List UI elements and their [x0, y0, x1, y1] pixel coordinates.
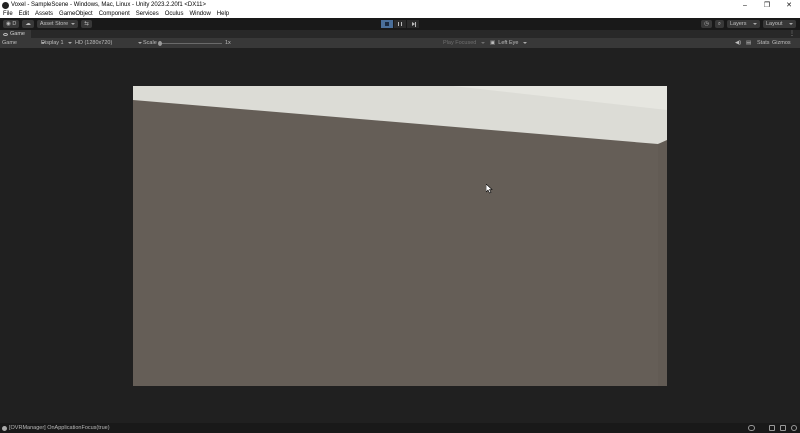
layout-label: Layout	[766, 21, 783, 27]
menu-edit[interactable]: Edit	[19, 11, 29, 17]
menu-bar: File Edit Assets GameObject Component Se…	[0, 10, 800, 18]
main-toolbar: ◉ D ☁ Asset Store ⇆ ◷ ⌕ Layers Layout	[0, 18, 800, 30]
cloud-button[interactable]: ☁	[22, 20, 34, 28]
menu-services[interactable]: Services	[136, 11, 159, 17]
title-bar: Voxel - SampleScene - Windows, Mac, Linu…	[0, 0, 800, 10]
menu-file[interactable]: File	[3, 11, 13, 17]
resolution-label: HD (1280x720)	[75, 40, 113, 46]
menu-component[interactable]: Component	[99, 11, 130, 17]
minimize-button[interactable]: –	[734, 0, 756, 10]
chevron-down-icon	[137, 41, 142, 44]
scale-slider-track[interactable]	[160, 42, 222, 44]
menu-help[interactable]: Help	[217, 11, 229, 17]
view-mode-dropdown[interactable]: Game	[2, 40, 45, 46]
pause-button[interactable]	[394, 20, 406, 28]
stats-icon[interactable]: ▤	[746, 40, 751, 46]
settings-icon[interactable]	[780, 425, 786, 431]
mute-audio-icon[interactable]: ◀)	[735, 40, 741, 46]
vr-status-icon[interactable]	[748, 425, 755, 431]
menu-gameobject[interactable]: GameObject	[59, 11, 93, 17]
play-button[interactable]	[381, 20, 393, 28]
asset-store-label: Asset Store	[39, 21, 69, 27]
window-title: Voxel - SampleScene - Windows, Mac, Linu…	[11, 2, 206, 8]
chevron-down-icon	[71, 23, 76, 25]
resolution-dropdown[interactable]: HD (1280x720)	[75, 40, 142, 46]
scene-render-svg	[133, 86, 667, 386]
game-view-controls: Game Display 1 HD (1280x720) Scale 1x Pl…	[0, 38, 800, 48]
chevron-down-icon	[753, 23, 757, 25]
progress-icon[interactable]	[791, 425, 797, 431]
chevron-down-icon	[480, 41, 485, 44]
account-button[interactable]: ◉ D	[3, 20, 20, 28]
menu-window[interactable]: Window	[189, 11, 210, 17]
play-focus-dropdown[interactable]: Play Focused	[443, 40, 485, 46]
vr-eye-dropdown[interactable]: ▣ Left Eye	[490, 40, 527, 46]
pause-icon	[398, 22, 402, 26]
search-button[interactable]: ⌕	[714, 20, 724, 28]
game-eye-icon	[3, 32, 8, 36]
status-bar-right	[743, 425, 797, 431]
more-options-icon[interactable]: ⋮	[789, 30, 795, 37]
history-icon: ◷	[704, 21, 709, 27]
maximize-button[interactable]: ❐	[756, 0, 778, 10]
chevron-down-icon	[522, 41, 527, 44]
search-icon: ⌕	[717, 20, 721, 27]
menu-oculus[interactable]: Oculus	[165, 11, 184, 17]
tab-game[interactable]: Game	[0, 30, 31, 38]
mouse-cursor-icon	[486, 184, 493, 194]
gizmos-button[interactable]: Gizmos	[772, 40, 791, 46]
console-message[interactable]: [OVRManager] OnApplicationFocus(true)	[9, 425, 110, 431]
layers-label: Layers	[730, 21, 747, 27]
cloud-icon: ☁	[25, 21, 31, 27]
version-control-icon: ⇆	[84, 21, 89, 27]
unity-logo-icon	[2, 1, 9, 9]
close-button[interactable]: ✕	[778, 0, 800, 10]
display-dropdown[interactable]: Display 1	[41, 40, 73, 46]
status-bar: [OVRManager] OnApplicationFocus(true)	[0, 423, 800, 433]
chevron-down-icon	[68, 41, 73, 44]
menu-assets[interactable]: Assets	[35, 11, 53, 17]
tab-game-label: Game	[10, 31, 25, 37]
step-button[interactable]	[407, 20, 419, 28]
scale-value: 1x	[225, 40, 231, 46]
eye-label: Left Eye	[498, 40, 519, 46]
scale-slider-handle[interactable]	[158, 40, 162, 46]
stop-icon	[385, 22, 389, 26]
display-label: Display 1	[41, 40, 64, 46]
info-icon	[2, 425, 7, 431]
account-label: D	[12, 21, 17, 27]
step-icon	[411, 21, 416, 27]
game-render[interactable]	[133, 86, 667, 386]
game-tab-header: Game ⋮	[0, 30, 800, 38]
layout-dropdown[interactable]: Layout	[763, 20, 796, 28]
package-icon[interactable]	[769, 425, 775, 431]
stats-button[interactable]: Stats	[757, 40, 770, 46]
toolbar-right: ◷ ⌕ Layers Layout	[698, 20, 796, 28]
history-button[interactable]: ◷	[701, 20, 712, 28]
chevron-down-icon	[789, 23, 793, 25]
play-controls	[381, 20, 420, 28]
scale-label: Scale	[143, 40, 157, 46]
version-control-button[interactable]: ⇆	[81, 20, 92, 28]
layers-dropdown[interactable]: Layers	[727, 20, 760, 28]
scene-wall-edge	[658, 140, 667, 386]
view-mode-label: Game	[2, 40, 17, 46]
vr-headset-icon: ▣	[490, 40, 497, 46]
asset-store-button[interactable]: Asset Store	[36, 20, 79, 28]
play-focus-label: Play Focused	[443, 40, 477, 46]
